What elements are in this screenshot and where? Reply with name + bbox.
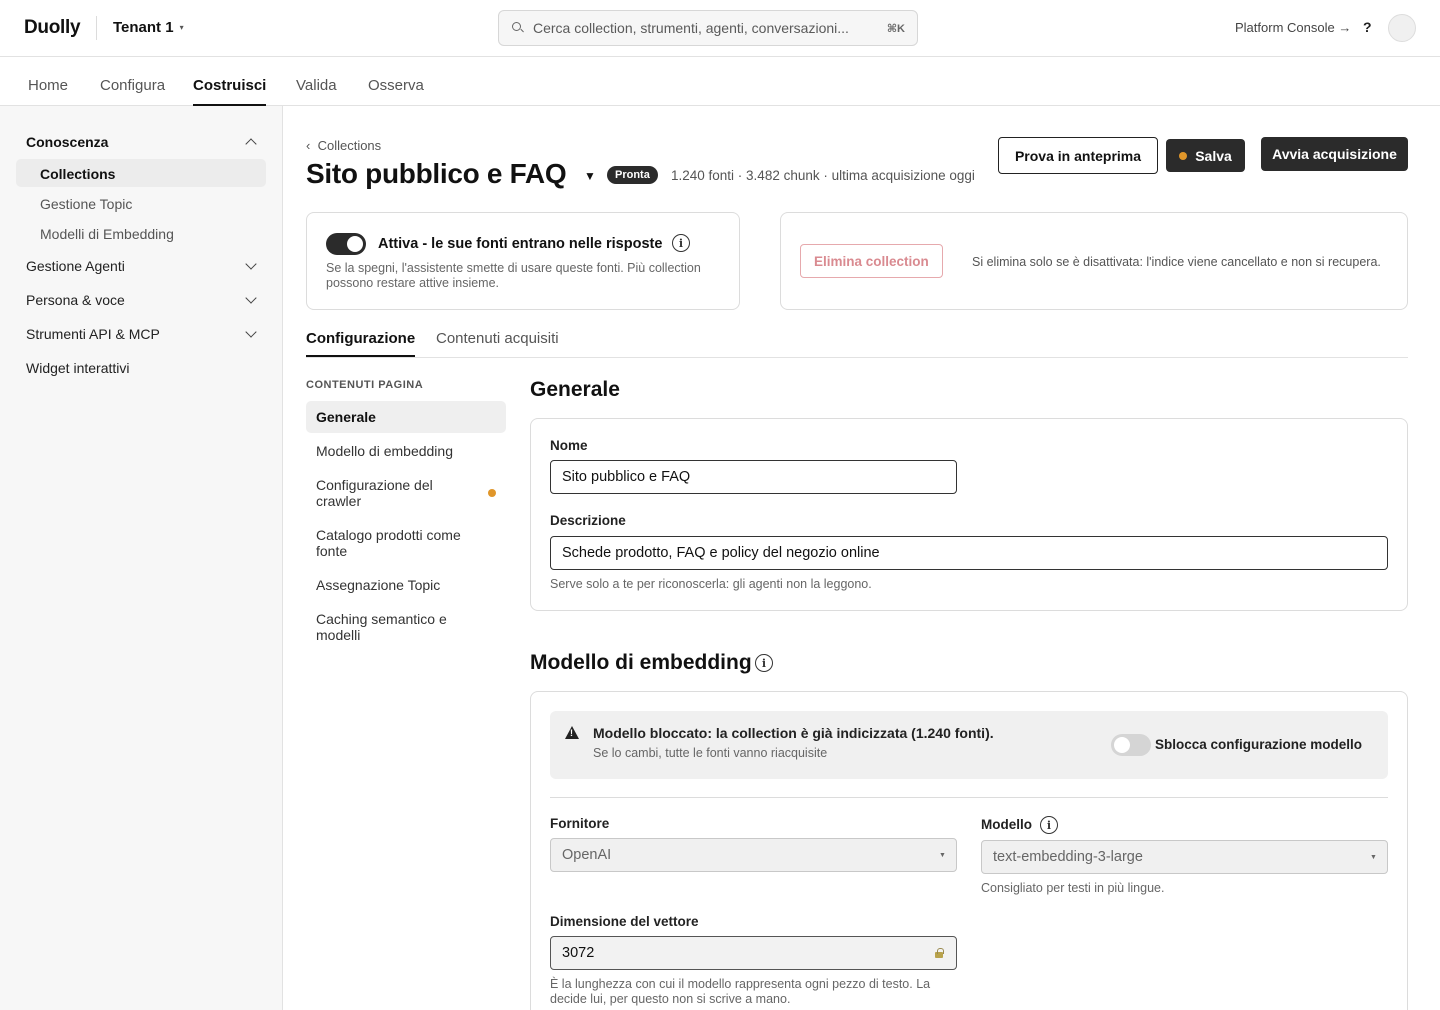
- sidebar: Conoscenza Collections Gestione Topic Mo…: [0, 106, 283, 1010]
- sidebar-item-collections[interactable]: Collections: [16, 159, 266, 187]
- save-button[interactable]: Salva: [1166, 139, 1245, 172]
- description-input[interactable]: [550, 536, 1388, 570]
- page-contents-item-crawler[interactable]: Configurazione del crawler: [306, 477, 476, 509]
- page-contents-heading: CONTENUTI PAGINA: [306, 379, 424, 391]
- name-label: Nome: [550, 438, 588, 453]
- page-title: Sito pubblico e FAQ: [306, 158, 567, 189]
- title-dropdown-icon[interactable]: ▼: [584, 169, 596, 183]
- sidebar-item-gestione-topic[interactable]: Gestione Topic: [16, 189, 266, 217]
- breadcrumb[interactable]: ‹ Collections: [306, 138, 381, 153]
- active-toggle[interactable]: [326, 233, 366, 255]
- chevron-down-icon: ▼: [939, 852, 946, 859]
- model-label: Modello: [981, 817, 1032, 832]
- active-card: Attiva - le sue fonti entrano nelle risp…: [306, 212, 740, 310]
- warning-title: Modello bloccato: la collection è già in…: [593, 725, 994, 741]
- sidebar-item-modelli-embedding[interactable]: Modelli di Embedding: [16, 219, 266, 247]
- tab-osserva[interactable]: Osserva: [368, 77, 424, 106]
- description-label: Descrizione: [550, 513, 626, 528]
- sidebar-section-widget[interactable]: Widget interattivi: [26, 360, 129, 376]
- sidebar-section-strumenti-api[interactable]: Strumenti API & MCP: [26, 326, 160, 342]
- tab-home[interactable]: Home: [28, 77, 68, 106]
- main-nav: Home Configura Costruisci Valida Osserva: [0, 57, 1440, 106]
- collection-meta: 1.240 fonti · 3.482 chunk · ultima acqui…: [671, 168, 975, 183]
- tab-configura[interactable]: Configura: [100, 77, 165, 106]
- avatar[interactable]: [1388, 14, 1416, 42]
- unsaved-dot: [1179, 151, 1188, 160]
- chevron-down-icon[interactable]: [245, 326, 257, 338]
- delete-collection-button[interactable]: Elimina collection: [800, 244, 943, 278]
- model-select: text-embedding-3-large: [981, 840, 1388, 874]
- search-shortcut: ⌘K: [886, 22, 905, 35]
- start-acquisition-button[interactable]: Avvia acquisizione: [1261, 137, 1408, 171]
- platform-console-link[interactable]: Platform Console →: [1235, 20, 1351, 35]
- tab-costruisci[interactable]: Costruisci: [193, 77, 267, 106]
- unsaved-dot: [488, 489, 496, 497]
- global-search[interactable]: ⌘K: [498, 10, 918, 46]
- active-title: Attiva - le sue fonti entrano nelle risp…: [378, 236, 663, 252]
- active-description: Se la spegni, l'assistente smette di usa…: [326, 261, 701, 290]
- chevron-down-icon: ▼: [1370, 854, 1377, 861]
- header-divider: [96, 16, 97, 40]
- provider-label: Fornitore: [550, 816, 610, 831]
- unlock-model-label: Sblocca configurazione modello: [1155, 737, 1363, 752]
- app-logo[interactable]: Duolly: [24, 17, 81, 39]
- vector-dimension-value: 3072: [562, 945, 595, 961]
- tenant-selector[interactable]: Tenant 1 ▾: [113, 19, 184, 36]
- chevron-down-icon[interactable]: [245, 258, 257, 270]
- chevron-left-icon: ‹: [306, 138, 311, 153]
- help-icon[interactable]: ?: [1363, 19, 1372, 35]
- vector-dimension-field: 3072: [550, 936, 957, 970]
- vector-dimension-help: È la lunghezza con cui il modello rappre…: [550, 977, 931, 1006]
- search-input[interactable]: [533, 20, 887, 36]
- tabs-divider: [306, 357, 1408, 358]
- tenant-name: Tenant 1: [113, 19, 174, 36]
- chevron-up-icon[interactable]: [245, 138, 257, 150]
- tab-configurazione[interactable]: Configurazione: [306, 330, 416, 357]
- vector-dimension-label: Dimensione del vettore: [550, 914, 699, 929]
- name-input[interactable]: [550, 460, 957, 494]
- sidebar-section-persona-voce[interactable]: Persona & voce: [26, 292, 125, 308]
- model-value: text-embedding-3-large: [993, 849, 1143, 865]
- chevron-down-icon[interactable]: [245, 292, 257, 304]
- breadcrumb-collections: Collections: [317, 138, 382, 153]
- section-title-embedding: Modello di embedding: [530, 651, 752, 674]
- page-contents-item-generale[interactable]: Generale: [306, 401, 506, 433]
- model-help: Consigliato per testi in più lingue.: [981, 881, 1165, 895]
- sidebar-section-conoscenza[interactable]: Conoscenza: [26, 134, 108, 150]
- provider-value: OpenAI: [562, 847, 612, 863]
- sidebar-section-gestione-agenti[interactable]: Gestione Agenti: [26, 258, 125, 274]
- page-contents-item-catalogo[interactable]: Catalogo prodotti come fonte: [306, 527, 476, 559]
- info-icon[interactable]: i: [1040, 816, 1058, 834]
- page-contents-item-caching[interactable]: Caching semantico e modelli: [306, 611, 466, 643]
- delete-note: Si elimina solo se è disattivata: l'indi…: [972, 255, 1381, 269]
- info-icon[interactable]: i: [672, 234, 690, 252]
- status-badge: Pronta: [607, 166, 658, 184]
- search-icon: [511, 21, 525, 35]
- embedding-divider: [550, 797, 1388, 798]
- page-contents-item-embedding[interactable]: Modello di embedding: [306, 443, 506, 459]
- chevron-down-icon: ▾: [179, 23, 184, 32]
- top-bar: Duolly Tenant 1 ▾ ⌘K Platform Console → …: [0, 0, 1440, 57]
- description-help: Serve solo a te per riconoscerla: gli ag…: [550, 577, 872, 591]
- section-title-generale: Generale: [530, 378, 620, 401]
- delete-card: Elimina collection Si elimina solo se è …: [780, 212, 1408, 310]
- unlock-model-toggle[interactable]: [1111, 734, 1151, 756]
- lock-icon: [935, 948, 944, 958]
- preview-button[interactable]: Prova in anteprima: [998, 137, 1158, 174]
- tab-valida[interactable]: Valida: [296, 77, 337, 106]
- save-label: Salva: [1195, 147, 1232, 164]
- warning-icon: [565, 726, 579, 739]
- warning-subtitle: Se lo cambi, tutte le fonti vanno riacqu…: [593, 746, 828, 760]
- page-contents-item-topic[interactable]: Assegnazione Topic: [306, 577, 506, 593]
- info-icon[interactable]: i: [755, 654, 773, 672]
- provider-select: OpenAI: [550, 838, 957, 872]
- tab-contenuti-acquisiti[interactable]: Contenuti acquisiti: [436, 330, 559, 357]
